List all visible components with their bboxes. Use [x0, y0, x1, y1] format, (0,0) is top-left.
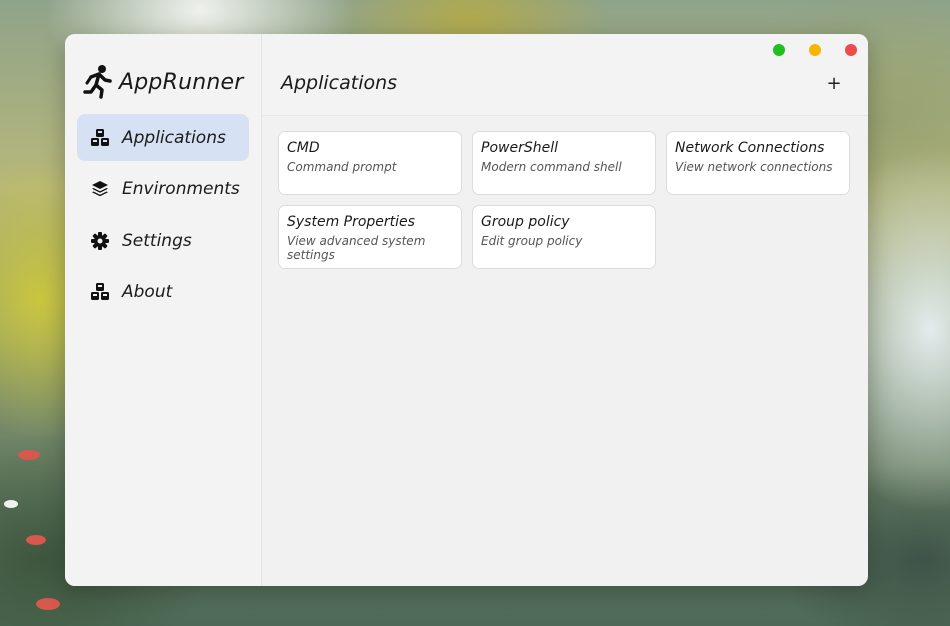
page-title: Applications: [281, 72, 398, 94]
app-card-cmd[interactable]: CMD Command prompt: [278, 131, 462, 195]
background-flower: [26, 535, 46, 545]
sidebar: AppRunner Applications Environments Sett…: [65, 34, 262, 586]
close-button[interactable]: [845, 44, 857, 56]
app-card-title: PowerShell: [481, 140, 558, 156]
sidebar-item-label: Settings: [122, 230, 192, 251]
app-card-title: Group policy: [481, 214, 570, 230]
maximize-button[interactable]: [773, 44, 785, 56]
layers-icon: [90, 179, 110, 199]
app-card-network-connections[interactable]: Network Connections View network connect…: [666, 131, 850, 195]
app-card-title: System Properties: [287, 214, 415, 230]
sidebar-item-settings[interactable]: Settings: [77, 217, 249, 264]
app-card-description: Command prompt: [287, 160, 397, 174]
app-window: AppRunner Applications Environments Sett…: [65, 34, 868, 586]
app-name: AppRunner: [119, 69, 244, 95]
sidebar-nav: Applications Environments Settings About: [77, 114, 249, 320]
background-flower: [18, 450, 40, 460]
sidebar-item-applications[interactable]: Applications: [77, 114, 249, 161]
window-controls: [773, 44, 857, 56]
sidebar-item-label: Applications: [122, 127, 226, 148]
brand: AppRunner: [83, 64, 243, 100]
background-flower: [4, 500, 18, 508]
sidebar-item-label: About: [122, 282, 173, 303]
gear-icon: [90, 231, 110, 251]
main-content: Applications + CMD Command prompt PowerS…: [262, 34, 868, 586]
sidebar-item-environments[interactable]: Environments: [77, 166, 249, 213]
minimize-button[interactable]: [809, 44, 821, 56]
app-card-description: View network connections: [675, 160, 833, 174]
applications-grid: CMD Command prompt PowerShell Modern com…: [278, 131, 850, 269]
cubes-icon: [90, 128, 110, 148]
sidebar-item-about[interactable]: About: [77, 269, 249, 316]
sidebar-item-label: Environments: [122, 179, 240, 200]
app-card-powershell[interactable]: PowerShell Modern command shell: [472, 131, 656, 195]
app-card-description: Modern command shell: [481, 160, 622, 174]
background-flower: [36, 598, 60, 610]
app-card-description: View advanced system settings: [287, 234, 426, 262]
running-person-icon: [83, 64, 113, 100]
add-application-button[interactable]: +: [826, 75, 842, 93]
app-card-title: Network Connections: [675, 140, 825, 156]
header: Applications +: [262, 34, 868, 116]
app-card-title: CMD: [287, 140, 320, 156]
app-card-group-policy[interactable]: Group policy Edit group policy: [472, 205, 656, 269]
cubes-icon: [90, 282, 110, 302]
app-card-description: Edit group policy: [481, 234, 583, 248]
app-card-system-properties[interactable]: System Properties View advanced system s…: [278, 205, 462, 269]
